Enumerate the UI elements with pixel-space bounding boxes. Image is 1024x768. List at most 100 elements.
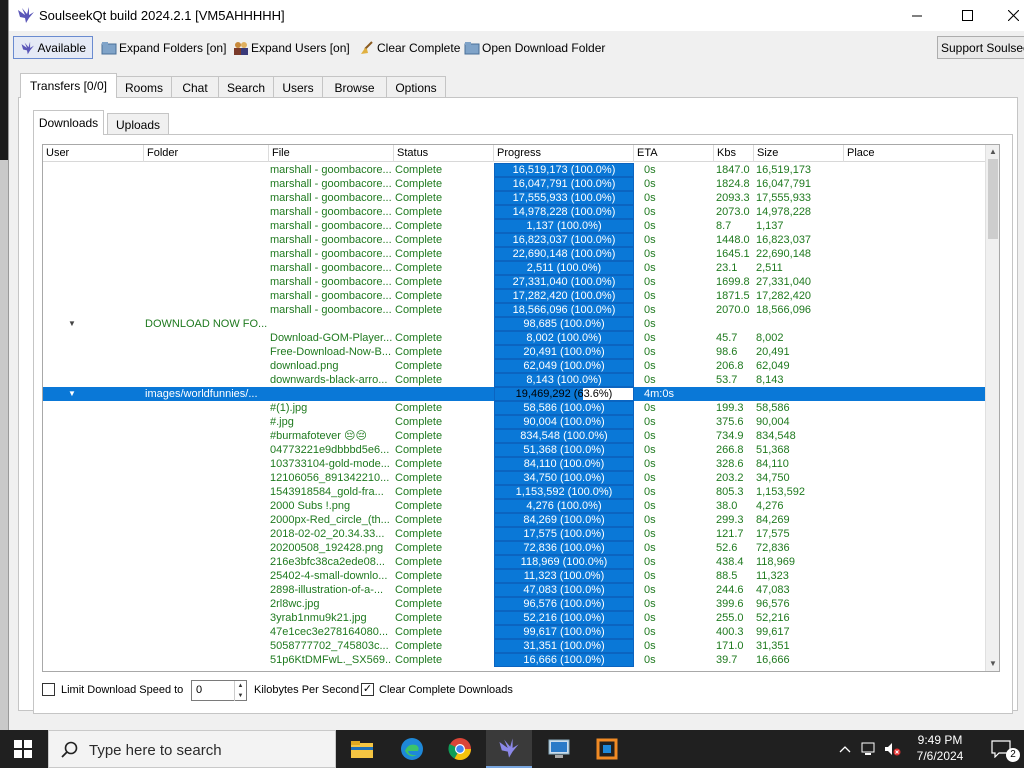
- table-row[interactable]: 51p6KtDMFwL._SX569... Complete 16,666 (100…: [43, 653, 985, 667]
- soulseek-taskbar-button[interactable]: [486, 730, 532, 768]
- table-row[interactable]: marshall - goombacore... Complete 17,555,9…: [43, 191, 985, 205]
- close-button[interactable]: [990, 0, 1024, 31]
- table-row[interactable]: 47e1cec3e278164080... Complete 99,617 (100…: [43, 625, 985, 639]
- support-soulseek-button[interactable]: Support Soulseek: [937, 36, 1024, 59]
- title-bar[interactable]: SoulseekQt build 2024.2.1 [VM5AHHHHH]: [9, 0, 1024, 31]
- start-button[interactable]: [0, 730, 46, 768]
- cell-kbs: 1871.5: [716, 290, 750, 302]
- table-row[interactable]: 2rl8wc.jpg Complete 96,576 (100.0%) 0s 399.6…: [43, 597, 985, 611]
- column-place[interactable]: Place: [843, 145, 985, 162]
- table-row[interactable]: marshall - goombacore... Complete 18,566,0…: [43, 303, 985, 317]
- table-row[interactable]: 3yrab1nmu9k21.jpg Complete 52,216 (100.0%)…: [43, 611, 985, 625]
- tab-rooms[interactable]: Rooms: [116, 76, 172, 99]
- table-row[interactable]: 216e3bfc38ca2ede08... Complete 118,969 (10…: [43, 555, 985, 569]
- column-size[interactable]: Size: [753, 145, 843, 162]
- table-row[interactable]: #.jpg Complete 90,004 (100.0%) 0s 375.6 90,00…: [43, 415, 985, 429]
- tab-options[interactable]: Options: [386, 76, 446, 99]
- table-row[interactable]: marshall - goombacore... Complete 16,047,7…: [43, 177, 985, 191]
- notification-center-button[interactable]: 2: [978, 730, 1024, 768]
- table-row[interactable]: ▼ images/worldfunnies/... 19,469,292 (63.6…: [43, 387, 985, 401]
- progress-bar: 17,555,933 (100.0%): [494, 191, 634, 205]
- chrome-taskbar-button[interactable]: [437, 730, 483, 768]
- table-row[interactable]: 2000px-Red_circle_(th... Complete 84,269 (…: [43, 513, 985, 527]
- remote-desktop-taskbar-button[interactable]: [536, 730, 582, 768]
- column-folder[interactable]: Folder: [143, 145, 268, 162]
- tab-transfers[interactable]: Transfers [0/0]: [20, 73, 117, 98]
- tab-browse[interactable]: Browse: [322, 76, 387, 99]
- table-row[interactable]: Download-GOM-Player... Complete 8,002 (100…: [43, 331, 985, 345]
- table-row[interactable]: 5058777702_745803c... Complete 31,351 (100…: [43, 639, 985, 653]
- expand-arrow-icon[interactable]: ▼: [68, 317, 78, 331]
- table-row[interactable]: marshall - goombacore... Complete 1,137 (1…: [43, 219, 985, 233]
- column-status[interactable]: Status: [393, 145, 493, 162]
- scroll-down-icon[interactable]: ▼: [986, 657, 999, 671]
- table-row[interactable]: Free-Download-Now-B... Complete 20,491 (10…: [43, 345, 985, 359]
- progress-bar: 8,143 (100.0%): [494, 373, 634, 387]
- edge-taskbar-button[interactable]: [389, 730, 435, 768]
- open-download-folder-button[interactable]: Open Download Folder: [464, 36, 605, 59]
- column-user[interactable]: User: [43, 145, 145, 162]
- table-row[interactable]: marshall - goombacore... Complete 2,511 (1…: [43, 261, 985, 275]
- table-row[interactable]: 12106056_891342210... Complete 34,750 (100…: [43, 471, 985, 485]
- progress-text: 8,002 (100.0%): [526, 332, 602, 344]
- tab-search[interactable]: Search: [218, 76, 274, 99]
- column-eta[interactable]: ETA: [633, 145, 713, 162]
- cell-status: Complete: [395, 542, 443, 554]
- table-row[interactable]: marshall - goombacore... Complete 14,978,2…: [43, 205, 985, 219]
- table-row[interactable]: 2898-illustration-of-a-... Complete 47,083…: [43, 583, 985, 597]
- cell-progress: 17,282,420 (100.0%): [494, 289, 634, 303]
- table-row[interactable]: 20200508_192428.png Complete 72,836 (100.0…: [43, 541, 985, 555]
- column-file[interactable]: File: [268, 145, 393, 162]
- scroll-thumb[interactable]: [988, 159, 998, 239]
- expand-users-button[interactable]: Expand Users [on]: [233, 36, 350, 59]
- snip-tool-taskbar-button[interactable]: [584, 730, 630, 768]
- tab-downloads[interactable]: Downloads: [33, 110, 104, 135]
- table-row[interactable]: download.png Complete 62,049 (100.0%) 0s 206…: [43, 359, 985, 373]
- tab-uploads[interactable]: Uploads: [107, 113, 169, 136]
- clear-complete-button[interactable]: Clear Complete: [359, 36, 460, 59]
- table-row[interactable]: 04773221e9dbbbd5e6... Complete 51,368 (100…: [43, 443, 985, 457]
- limit-speed-checkbox[interactable]: [42, 683, 55, 696]
- tab-users[interactable]: Users: [273, 76, 323, 99]
- table-row[interactable]: 2018-02-02_20.34.33... Complete 17,575 (10…: [43, 527, 985, 541]
- file-explorer-taskbar-button[interactable]: [339, 730, 385, 768]
- tab-chat[interactable]: Chat: [171, 76, 219, 99]
- table-row[interactable]: marshall - goombacore... Complete 27,331,0…: [43, 275, 985, 289]
- table-row[interactable]: downwards-black-arro... Complete 8,143 (10…: [43, 373, 985, 387]
- table-row[interactable]: 2000 Subs !.png Complete 4,276 (100.0%) 0s 3…: [43, 499, 985, 513]
- downloads-table[interactable]: User Folder File Status Progress ETA Kbs…: [42, 144, 1000, 672]
- table-row[interactable]: ▼ DOWNLOAD NOW FO... 98,685 (100.0%) 0s: [43, 317, 985, 331]
- scroll-up-icon[interactable]: ▲: [986, 145, 999, 159]
- table-row[interactable]: marshall - goombacore... Complete 16,823,0…: [43, 233, 985, 247]
- show-hidden-icons-button[interactable]: [835, 730, 855, 768]
- expand-folders-button[interactable]: Expand Folders [on]: [101, 36, 226, 59]
- table-row[interactable]: marshall - goombacore... Complete 22,690,1…: [43, 247, 985, 261]
- table-row[interactable]: marshall - goombacore... Complete 17,282,4…: [43, 289, 985, 303]
- limit-speed-spinbox[interactable]: 0 ▲ ▼: [191, 680, 247, 701]
- taskbar-clock[interactable]: 9:49 PM 7/6/2024: [905, 732, 975, 764]
- clear-complete-checkbox[interactable]: ✓: [361, 683, 374, 696]
- cell-folder: [145, 303, 267, 317]
- column-kbs[interactable]: Kbs: [713, 145, 753, 162]
- network-tray-button[interactable]: [858, 730, 882, 768]
- volume-tray-button[interactable]: [882, 730, 904, 768]
- spin-up-icon[interactable]: ▲: [234, 681, 246, 691]
- taskbar-search-box[interactable]: Type here to search: [48, 730, 336, 768]
- expand-arrow-icon[interactable]: ▼: [68, 387, 78, 401]
- progress-text: 1,137 (100.0%): [526, 220, 602, 232]
- available-status-button[interactable]: Available: [13, 36, 93, 59]
- minimize-button[interactable]: [894, 0, 940, 31]
- table-row[interactable]: 103733104-gold-mode... Complete 84,110 (10…: [43, 457, 985, 471]
- cell-folder: [145, 513, 267, 527]
- cell-kbs: 1699.8: [716, 276, 750, 288]
- table-row[interactable]: #(1).jpg Complete 58,586 (100.0%) 0s 199.3 58…: [43, 401, 985, 415]
- column-progress[interactable]: Progress: [493, 145, 633, 162]
- notification-count: 2: [1006, 748, 1020, 762]
- table-row[interactable]: 1543918584_gold-fra... Complete 1,153,592 …: [43, 485, 985, 499]
- table-row[interactable]: #burmafotever 😔😔 Complete 834,548 (100.0%)…: [43, 429, 985, 443]
- maximize-button[interactable]: [944, 0, 990, 31]
- vertical-scrollbar[interactable]: ▲ ▼: [985, 145, 999, 671]
- spin-down-icon[interactable]: ▼: [234, 691, 246, 701]
- table-row[interactable]: 25402-4-small-downlo... Complete 11,323 (1…: [43, 569, 985, 583]
- table-row[interactable]: marshall - goombacore... Complete 16,519,1…: [43, 163, 985, 177]
